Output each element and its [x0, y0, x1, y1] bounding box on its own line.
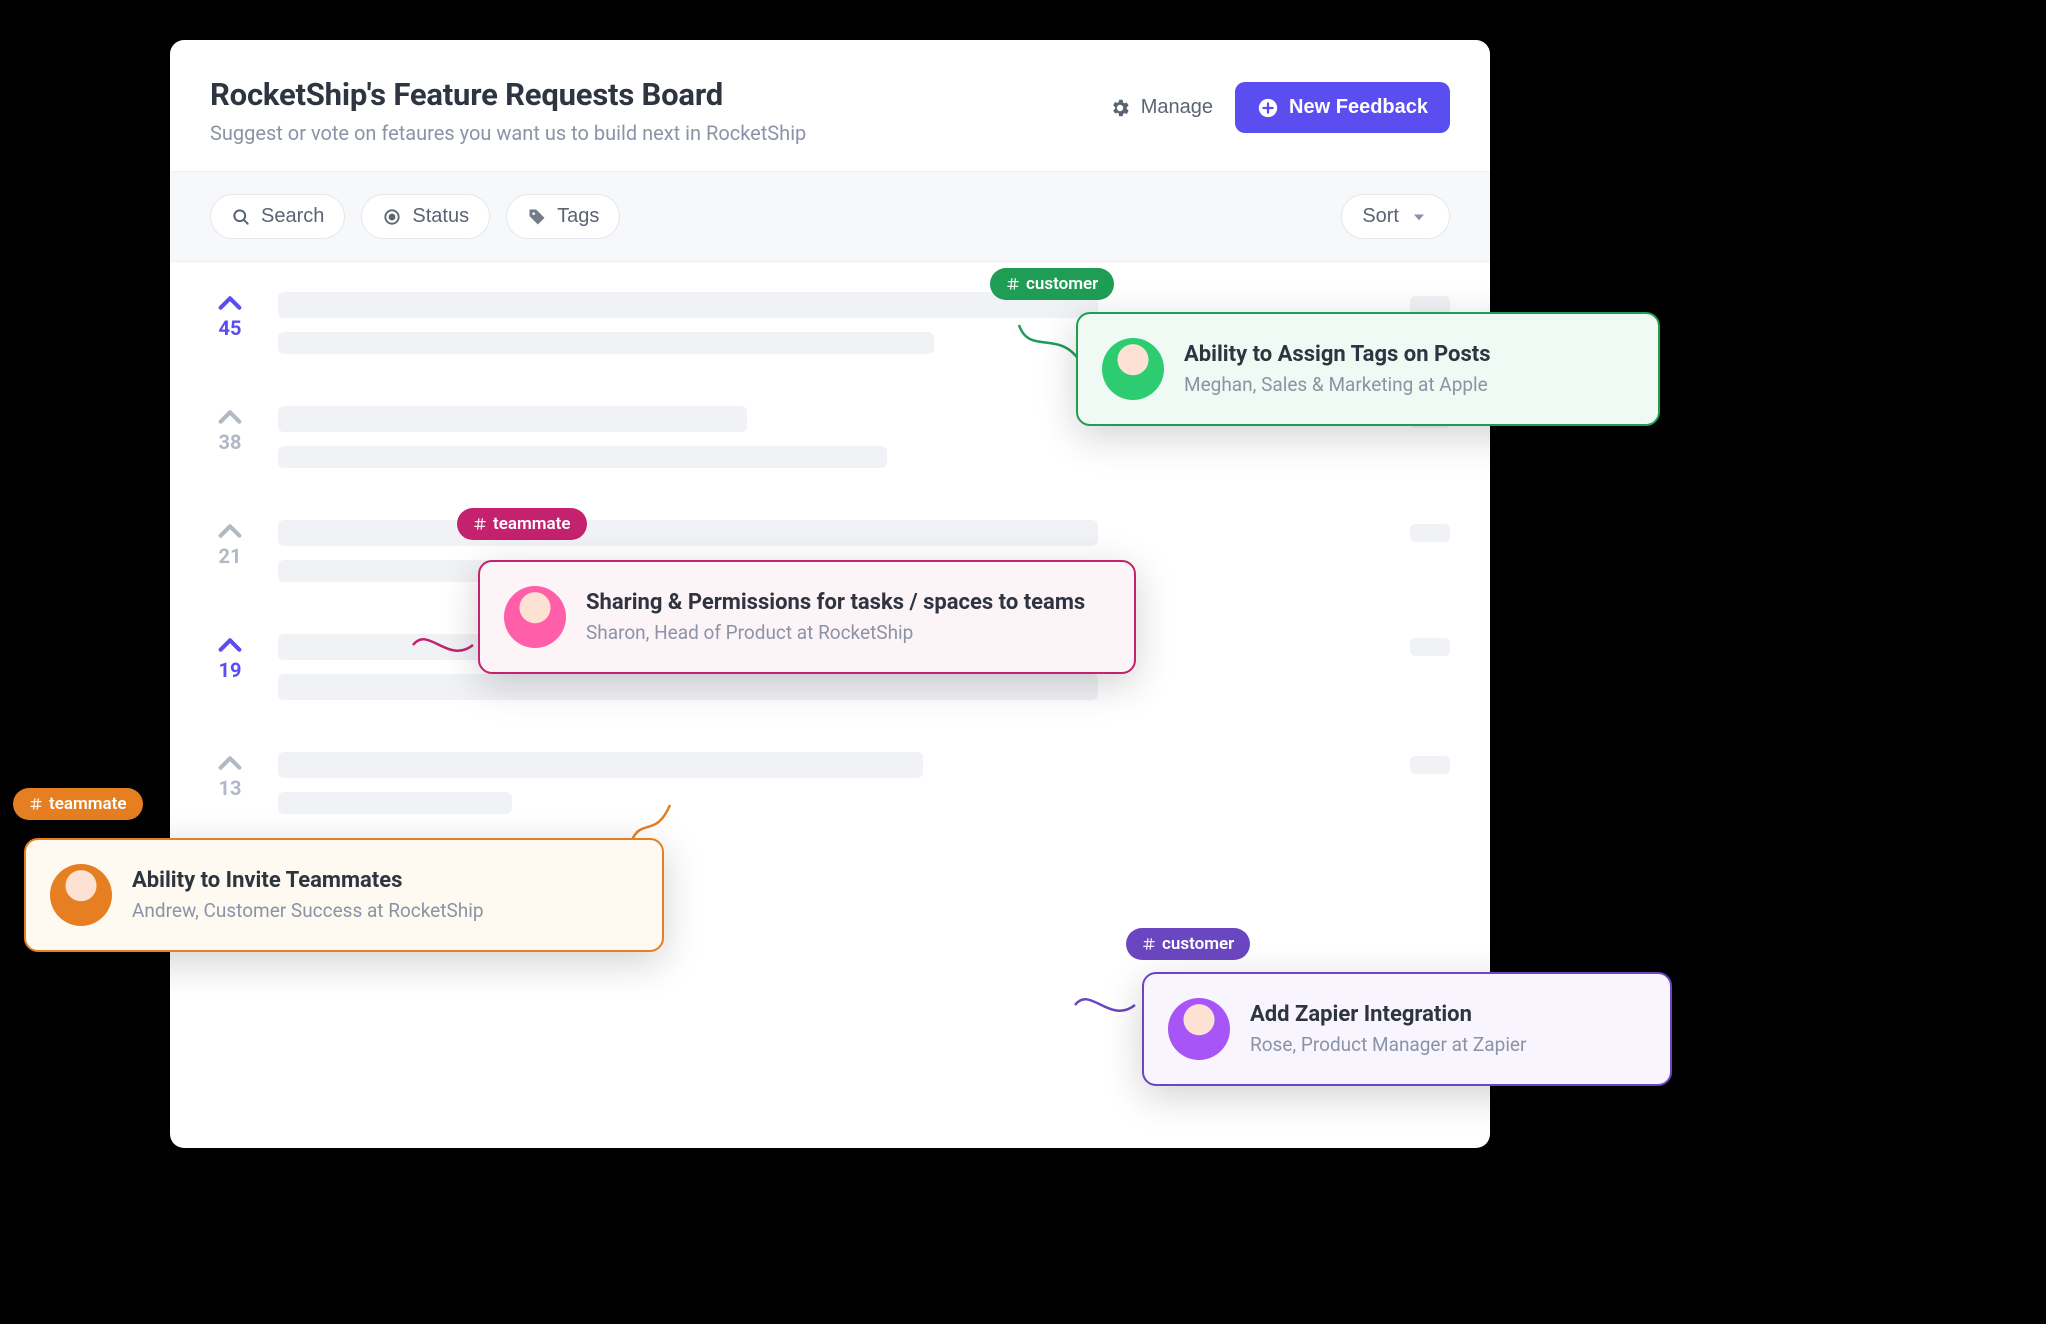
vote-count: 45 — [219, 316, 242, 340]
tag-badge-teammate: teammate — [13, 788, 143, 820]
hash-icon — [1142, 937, 1156, 951]
placeholder-title — [278, 520, 1098, 546]
new-feedback-label: New Feedback — [1289, 96, 1428, 119]
hash-icon — [473, 517, 487, 531]
placeholder-line — [278, 332, 934, 354]
manage-label: Manage — [1141, 96, 1213, 119]
new-feedback-button[interactable]: New Feedback — [1235, 82, 1450, 133]
upvote-button[interactable]: 13 — [210, 752, 250, 800]
callout-title: Add Zapier Integration — [1250, 1002, 1526, 1027]
upvote-button[interactable]: 19 — [210, 634, 250, 682]
vote-count: 38 — [219, 430, 242, 454]
vote-count: 19 — [219, 658, 242, 682]
manage-button[interactable]: Manage — [1109, 96, 1213, 119]
status-label: Status — [412, 205, 469, 228]
placeholder-chip — [1410, 756, 1450, 774]
feedback-row: 13 — [210, 752, 1450, 814]
chevron-up-icon — [216, 752, 244, 774]
tag-label: teammate — [49, 794, 127, 814]
status-filter[interactable]: Status — [361, 194, 490, 239]
callout-title: Ability to Invite Teammates — [132, 868, 484, 893]
avatar — [1102, 338, 1164, 400]
chevron-up-icon — [216, 406, 244, 428]
panel-header: RocketShip's Feature Requests Board Sugg… — [170, 40, 1490, 171]
tag-icon — [527, 207, 547, 227]
target-icon — [382, 207, 402, 227]
chevron-up-icon — [216, 634, 244, 656]
filter-bar: Search Status Tags Sort — [170, 171, 1490, 262]
plus-circle-icon — [1257, 97, 1279, 119]
tags-label: Tags — [557, 205, 599, 228]
search-filter[interactable]: Search — [210, 194, 345, 239]
tag-label: customer — [1162, 934, 1234, 954]
vote-count: 13 — [219, 776, 242, 800]
callout-card: Ability to Assign Tags on Posts Meghan, … — [1076, 312, 1660, 426]
upvote-button[interactable]: 38 — [210, 406, 250, 454]
avatar — [1168, 998, 1230, 1060]
gear-icon — [1109, 97, 1131, 119]
tag-label: customer — [1026, 274, 1098, 294]
tag-badge-teammate: teammate — [457, 508, 587, 540]
callout-title: Ability to Assign Tags on Posts — [1184, 342, 1491, 367]
placeholder-chip — [1410, 638, 1450, 656]
page-title: RocketShip's Feature Requests Board — [210, 76, 806, 113]
upvote-button[interactable]: 21 — [210, 520, 250, 568]
placeholder-chip — [1410, 524, 1450, 542]
placeholder-title — [278, 752, 923, 778]
placeholder-title — [278, 292, 1098, 318]
tag-badge-customer: customer — [1126, 928, 1250, 960]
placeholder-line — [278, 792, 512, 814]
vote-count: 21 — [219, 544, 242, 568]
page-subtitle: Suggest or vote on fetaures you want us … — [210, 121, 806, 145]
chevron-down-icon — [1409, 207, 1429, 227]
upvote-button[interactable]: 45 — [210, 292, 250, 340]
search-label: Search — [261, 205, 324, 228]
search-icon — [231, 207, 251, 227]
tags-filter[interactable]: Tags — [506, 194, 620, 239]
hash-icon — [29, 797, 43, 811]
callout-subtitle: Andrew, Customer Success at RocketShip — [132, 899, 484, 922]
sort-label: Sort — [1362, 205, 1399, 228]
avatar — [504, 586, 566, 648]
hash-icon — [1006, 277, 1020, 291]
placeholder-line — [278, 674, 1098, 700]
callout-card: Sharing & Permissions for tasks / spaces… — [478, 560, 1136, 674]
avatar — [50, 864, 112, 926]
callout-subtitle: Sharon, Head of Product at RocketShip — [586, 621, 1085, 644]
callout-title: Sharing & Permissions for tasks / spaces… — [586, 590, 1085, 615]
placeholder-title — [278, 406, 747, 432]
callout-subtitle: Rose, Product Manager at Zapier — [1250, 1033, 1526, 1056]
placeholder-line — [278, 446, 887, 468]
tag-badge-customer: customer — [990, 268, 1114, 300]
chevron-up-icon — [216, 520, 244, 542]
callout-card: Ability to Invite Teammates Andrew, Cust… — [24, 838, 664, 952]
tag-label: teammate — [493, 514, 571, 534]
callout-card: Add Zapier Integration Rose, Product Man… — [1142, 972, 1672, 1086]
chevron-up-icon — [216, 292, 244, 314]
callout-subtitle: Meghan, Sales & Marketing at Apple — [1184, 373, 1491, 396]
sort-button[interactable]: Sort — [1341, 194, 1450, 239]
